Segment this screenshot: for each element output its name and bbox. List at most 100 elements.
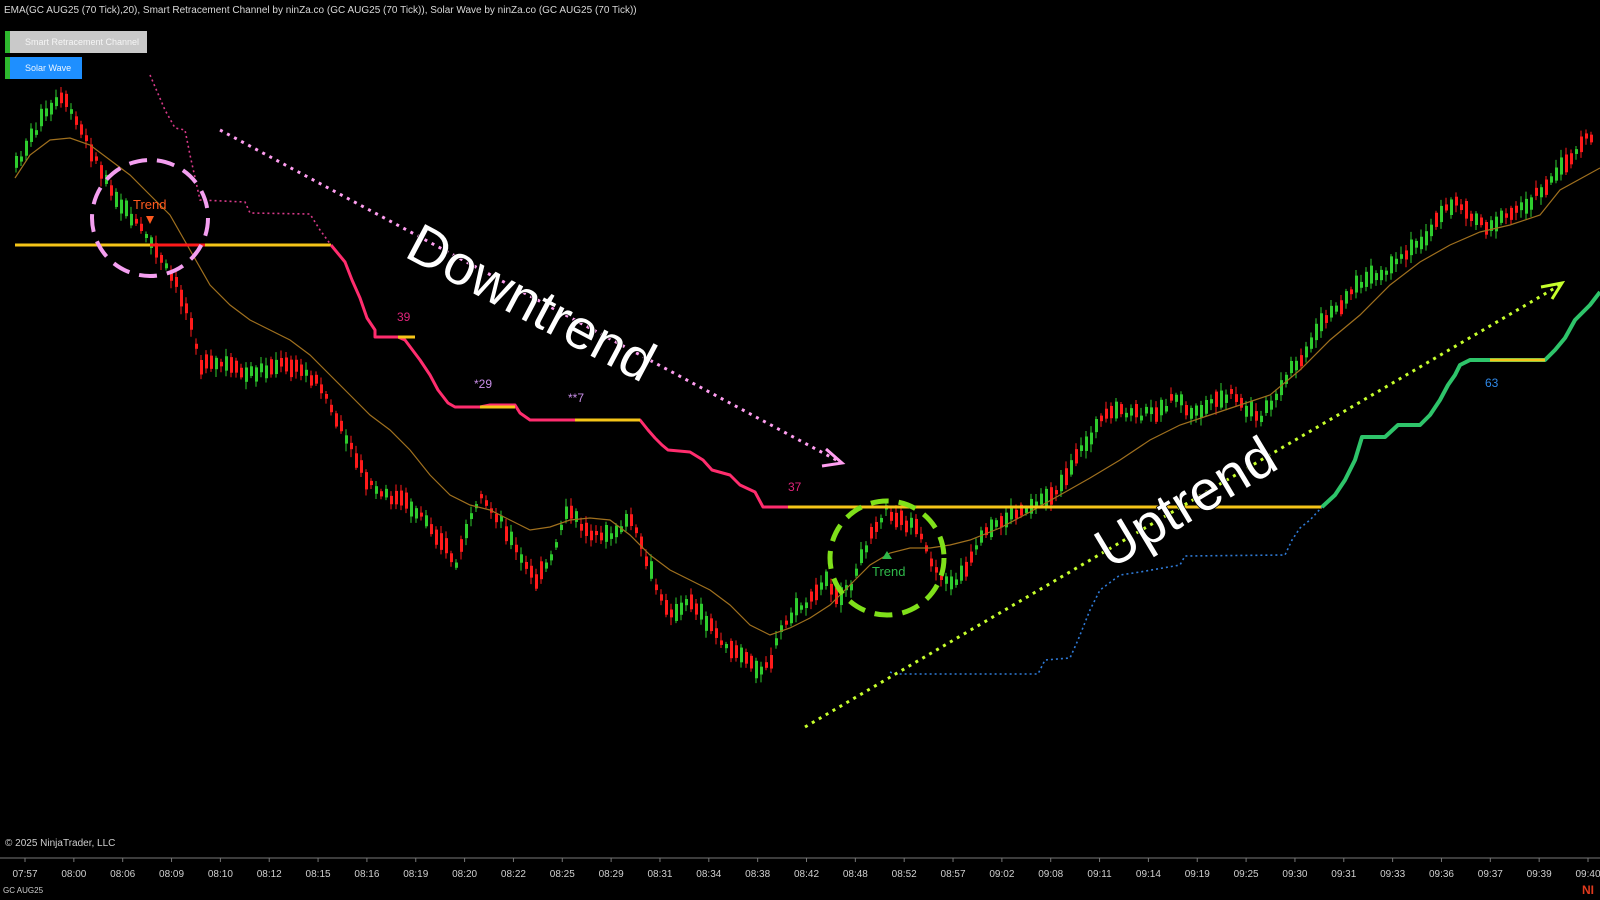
candle-down xyxy=(970,551,973,563)
candle-down xyxy=(480,494,483,499)
candle-down xyxy=(1585,133,1588,139)
candle-up xyxy=(120,199,123,214)
candle-up xyxy=(1245,405,1248,417)
candle-down xyxy=(140,223,143,231)
candle-up xyxy=(70,109,73,114)
x-tick-label: 08:29 xyxy=(599,869,624,880)
candle-up xyxy=(1295,360,1298,371)
x-tick-label: 09:33 xyxy=(1380,869,1405,880)
price-chart[interactable]: Trend Trend Downtrend Uptrend 39 *29 **7… xyxy=(0,0,1600,900)
candle-up xyxy=(860,549,863,564)
candle-down xyxy=(1565,154,1568,173)
instrument-label: GC AUG25 xyxy=(3,886,44,895)
uptrend-label: Uptrend xyxy=(1084,424,1287,581)
candle-up xyxy=(1210,399,1213,404)
candle-up xyxy=(1205,400,1208,414)
candle-up xyxy=(685,599,688,606)
candle-up xyxy=(1450,199,1453,215)
wave-count-label: 37 xyxy=(788,480,802,494)
candle-down xyxy=(710,618,713,632)
x-tick-label: 08:16 xyxy=(354,869,379,880)
candle-up xyxy=(45,108,48,117)
candle-down xyxy=(1050,487,1053,505)
candle-down xyxy=(280,358,283,367)
candle-down xyxy=(1340,300,1343,315)
candle-down xyxy=(355,453,358,468)
candle-down xyxy=(895,512,898,528)
candle-down xyxy=(210,355,213,369)
candle-down xyxy=(1350,289,1353,295)
candle-up xyxy=(865,545,868,553)
candle-up xyxy=(1390,256,1393,274)
candle-down xyxy=(1460,204,1463,211)
candle-down xyxy=(915,518,918,535)
candle-up xyxy=(1335,305,1338,312)
candle-down xyxy=(350,442,353,450)
candle-up xyxy=(25,140,28,156)
candle-up xyxy=(345,435,348,444)
x-tick-label: 08:12 xyxy=(257,869,282,880)
candle-down xyxy=(810,591,813,602)
x-tick-label: 08:25 xyxy=(550,869,575,880)
candle-down xyxy=(1535,187,1538,196)
candle-up xyxy=(610,533,613,539)
candle-down xyxy=(485,500,488,506)
candle-up xyxy=(725,643,728,649)
candle-up xyxy=(1345,291,1348,304)
candle-up xyxy=(130,213,133,226)
buy-signal-marker xyxy=(882,551,892,559)
wave-count-label: 63 xyxy=(1485,376,1499,390)
candle-up xyxy=(945,576,948,584)
candle-down xyxy=(730,640,733,659)
candle-up xyxy=(805,602,808,609)
candle-up xyxy=(275,359,278,375)
candle-down xyxy=(930,558,933,567)
candle-up xyxy=(565,506,568,519)
candle-up xyxy=(680,602,683,615)
candle-down xyxy=(785,620,788,625)
candle-up xyxy=(20,156,23,162)
x-tick-label: 07:57 xyxy=(12,869,37,880)
sell-signal-marker xyxy=(146,216,154,224)
candle-down xyxy=(890,511,893,521)
candle-up xyxy=(650,561,653,579)
candle-down xyxy=(285,357,288,372)
candle-up xyxy=(625,513,628,527)
candle-down xyxy=(720,640,723,645)
candle-up xyxy=(1410,239,1413,256)
candle-up xyxy=(1430,224,1433,237)
candle-down xyxy=(585,522,588,536)
candlestick-series xyxy=(15,86,1593,684)
candle-down xyxy=(135,218,138,224)
candle-down xyxy=(1015,509,1018,519)
candle-down xyxy=(770,655,773,669)
candle-down xyxy=(240,367,243,378)
candle-down xyxy=(380,491,383,497)
x-tick-label: 08:31 xyxy=(647,869,672,880)
candle-up xyxy=(1375,273,1378,281)
candle-down xyxy=(60,92,63,104)
candle-up xyxy=(1280,380,1283,396)
candle-down xyxy=(540,561,543,580)
candle-up xyxy=(385,488,388,498)
candle-up xyxy=(1180,394,1183,406)
candle-down xyxy=(735,645,738,658)
candle-up xyxy=(1365,271,1368,287)
bear-dotted-trail xyxy=(149,74,332,246)
candle-up xyxy=(575,511,578,522)
candle-up xyxy=(35,130,38,135)
candle-down xyxy=(300,364,303,376)
candle-up xyxy=(1275,393,1278,401)
candle-up xyxy=(1265,400,1268,413)
candle-up xyxy=(550,554,553,561)
candle-down xyxy=(1185,405,1188,416)
candle-up xyxy=(1190,407,1193,419)
candle-down xyxy=(175,277,178,287)
candle-down xyxy=(1100,415,1103,422)
x-tick-label: 08:15 xyxy=(306,869,331,880)
candle-up xyxy=(1260,415,1263,423)
candle-up xyxy=(795,598,798,616)
candle-down xyxy=(580,523,583,531)
candle-up xyxy=(1305,346,1308,358)
candle-up xyxy=(1290,360,1293,374)
